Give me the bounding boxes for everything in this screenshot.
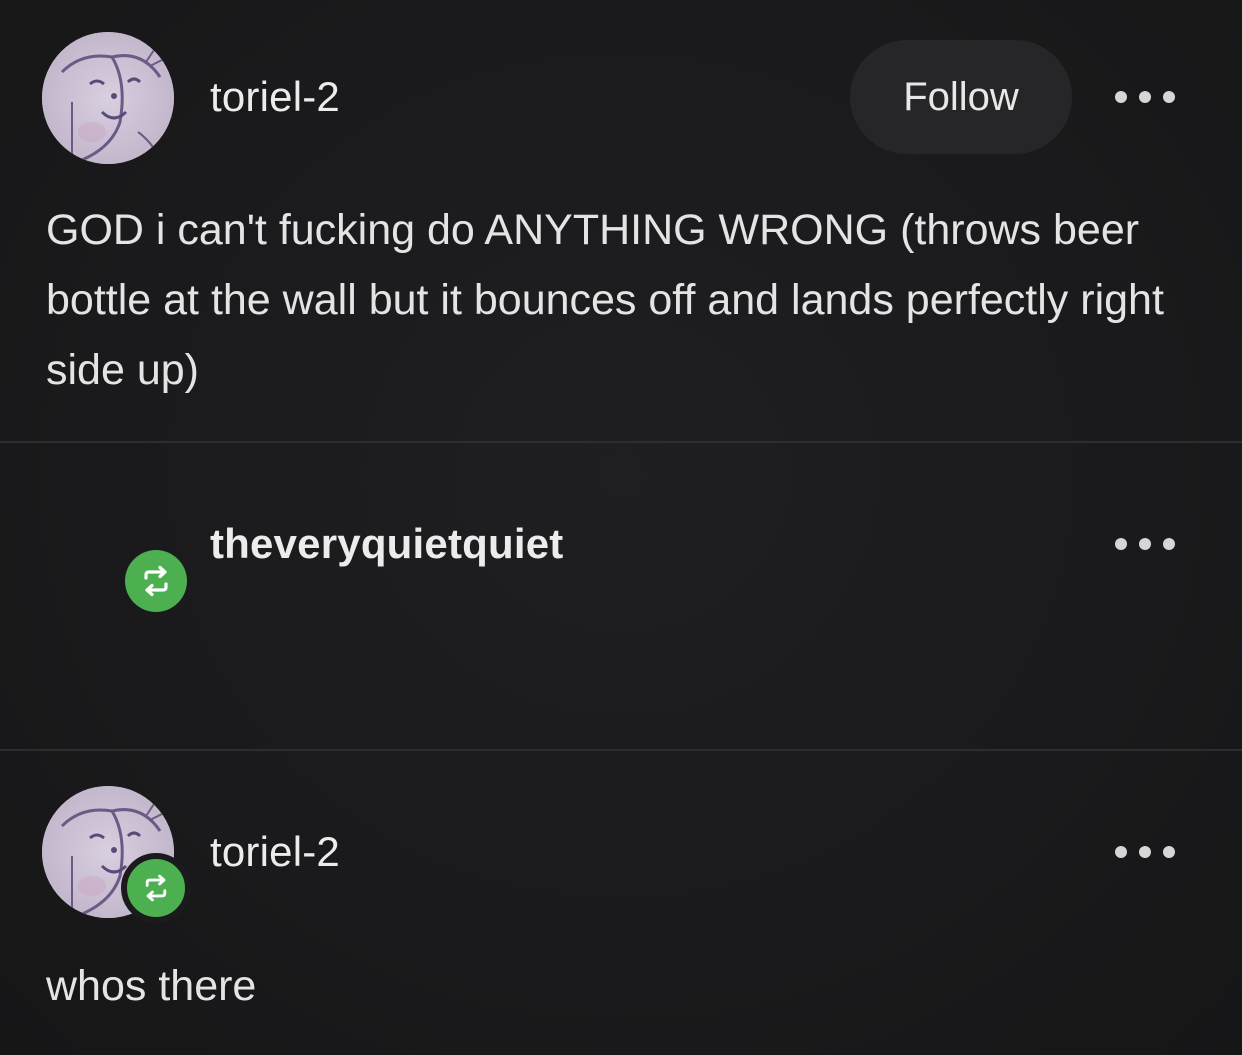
post-body: GOD i can't fucking do ANYTHING WRONG (t… <box>46 206 1164 394</box>
dot <box>1115 846 1127 858</box>
divider <box>0 441 1242 443</box>
dot <box>1139 846 1151 858</box>
avatar-image <box>42 32 174 164</box>
reblog-icon <box>121 853 191 923</box>
dot <box>1163 91 1175 103</box>
post-body: whos there <box>46 962 257 1010</box>
avatar[interactable] <box>42 32 174 164</box>
dot <box>1139 91 1151 103</box>
dot <box>1163 846 1175 858</box>
divider <box>0 749 1242 751</box>
more-options-icon[interactable] <box>1115 529 1175 559</box>
dot <box>1139 538 1151 550</box>
dot <box>1115 538 1127 550</box>
more-options-icon[interactable] <box>1115 82 1175 112</box>
post-thread: toriel-2 Follow GOD i can't fucking do A… <box>0 0 1242 1055</box>
reblog-icon <box>125 550 187 612</box>
username[interactable]: theveryquietquiet <box>210 520 563 568</box>
dot <box>1163 538 1175 550</box>
reblog-icon-glyph <box>145 874 167 902</box>
dot <box>1115 91 1127 103</box>
more-options-icon[interactable] <box>1115 837 1175 867</box>
follow-button[interactable]: Follow <box>850 40 1072 154</box>
username[interactable]: toriel-2 <box>210 73 340 121</box>
username[interactable]: toriel-2 <box>210 828 340 876</box>
reblog-icon-glyph <box>144 565 168 597</box>
